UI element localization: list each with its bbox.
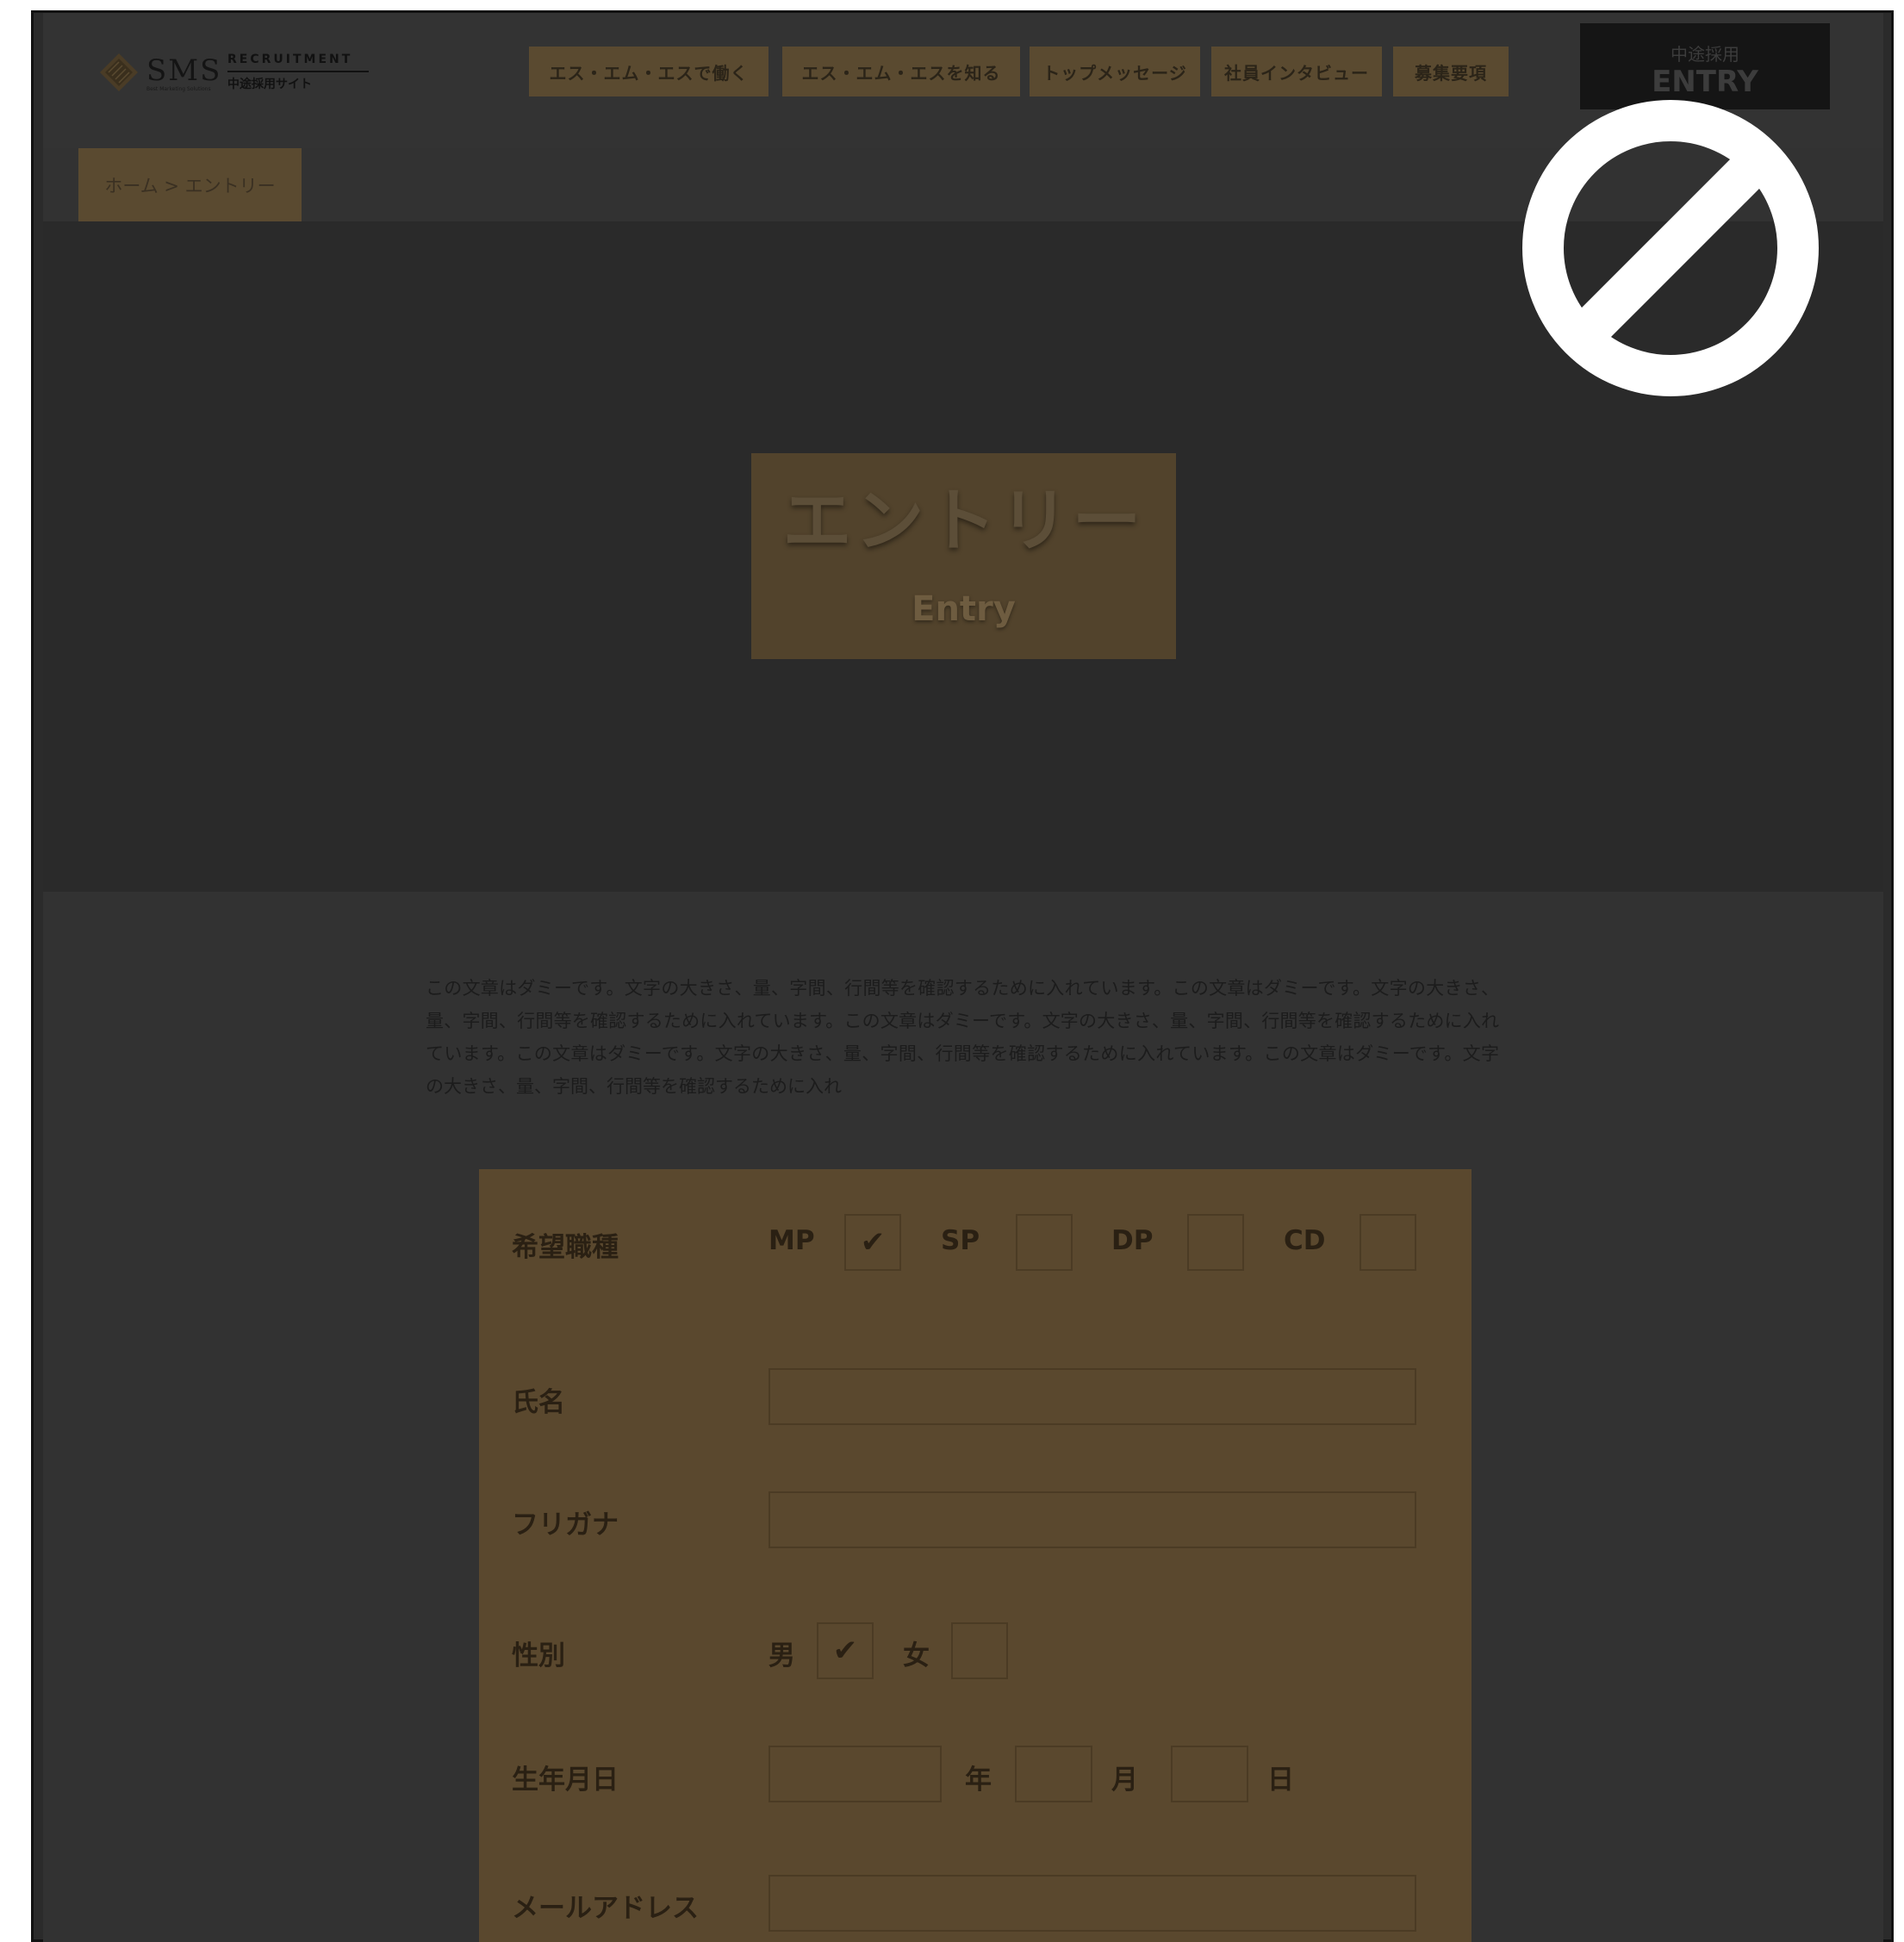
job-option-mp-label: MP [768,1225,815,1256]
furigana-input[interactable] [768,1491,1416,1548]
birth-day-input[interactable] [1171,1746,1248,1802]
nav-work-at-sms[interactable]: エス・エム・エスで働く [529,47,768,96]
birth-month-input[interactable] [1015,1746,1092,1802]
name-input[interactable] [768,1368,1416,1425]
entry-button[interactable]: 中途採用 ENTRY [1580,23,1830,109]
job-option-mp-checkbox[interactable]: ✔ [844,1214,901,1271]
job-option-cd-label: CD [1284,1225,1326,1256]
name-label: 氏名 [512,1387,565,1418]
site-logo[interactable]: SMS Best Marketing Solutions RECRUITMENT… [98,48,374,96]
nav-top-message[interactable]: トップメッセージ [1030,47,1200,96]
email-label: メールアドレス [512,1893,699,1924]
job-type-label: 希望職種 [512,1232,619,1263]
intro-text: この文章はダミーです。文字の大きさ、量、字間、行間等を確認するために入れています… [426,978,1499,1097]
birth-year-unit: 年 [965,1765,992,1796]
job-option-cd-checkbox[interactable] [1360,1214,1416,1271]
entry-button-caption: 中途採用 [1671,44,1739,65]
job-option-sp-label: SP [941,1225,980,1256]
birth-month-unit: 月 [1111,1765,1138,1796]
gender-male-checkbox[interactable]: ✔ [817,1622,874,1679]
logo-tagline: RECRUITMENT [227,53,353,66]
entry-button-label: ENTRY [1652,65,1758,99]
logo-divider [227,71,369,72]
page-title: エントリー [782,481,1145,561]
gender-female-label: 女 [903,1640,930,1671]
nav-employee-interview[interactable]: 社員インタビュー [1211,47,1382,96]
birthdate-label: 生年月日 [512,1765,619,1796]
gender-label: 性別 [512,1640,565,1671]
job-option-dp-checkbox[interactable] [1187,1214,1244,1271]
logo-wordmark: SMS [146,53,222,88]
job-option-dp-label: DP [1111,1225,1154,1256]
breadcrumb[interactable]: ホーム > エントリー [78,148,302,221]
prohibited-icon[interactable] [1521,99,1820,397]
furigana-label: フリガナ [512,1509,619,1541]
gender-male-label: 男 [768,1640,795,1671]
gender-female-checkbox[interactable] [951,1622,1008,1679]
hero-title-box: エントリー Entry [751,453,1176,659]
logo-small-text: Best Marketing Solutions [146,86,211,92]
page-subtitle: Entry [912,589,1016,629]
entry-form: 希望職種 MP ✔ SP DP CD 氏名 フリガナ 性別 男 ✔ 女 生年月日… [479,1169,1472,1942]
birth-day-unit: 日 [1267,1765,1294,1796]
nav-about-sms[interactable]: エス・エム・エスを知る [782,47,1020,96]
logo-subtitle: 中途採用サイト [227,78,312,91]
email-input[interactable] [768,1875,1416,1932]
logo-diamond-icon [100,53,138,91]
birth-year-input[interactable] [768,1746,942,1802]
nav-job-requirements[interactable]: 募集要項 [1393,47,1509,96]
job-option-sp-checkbox[interactable] [1016,1214,1073,1271]
